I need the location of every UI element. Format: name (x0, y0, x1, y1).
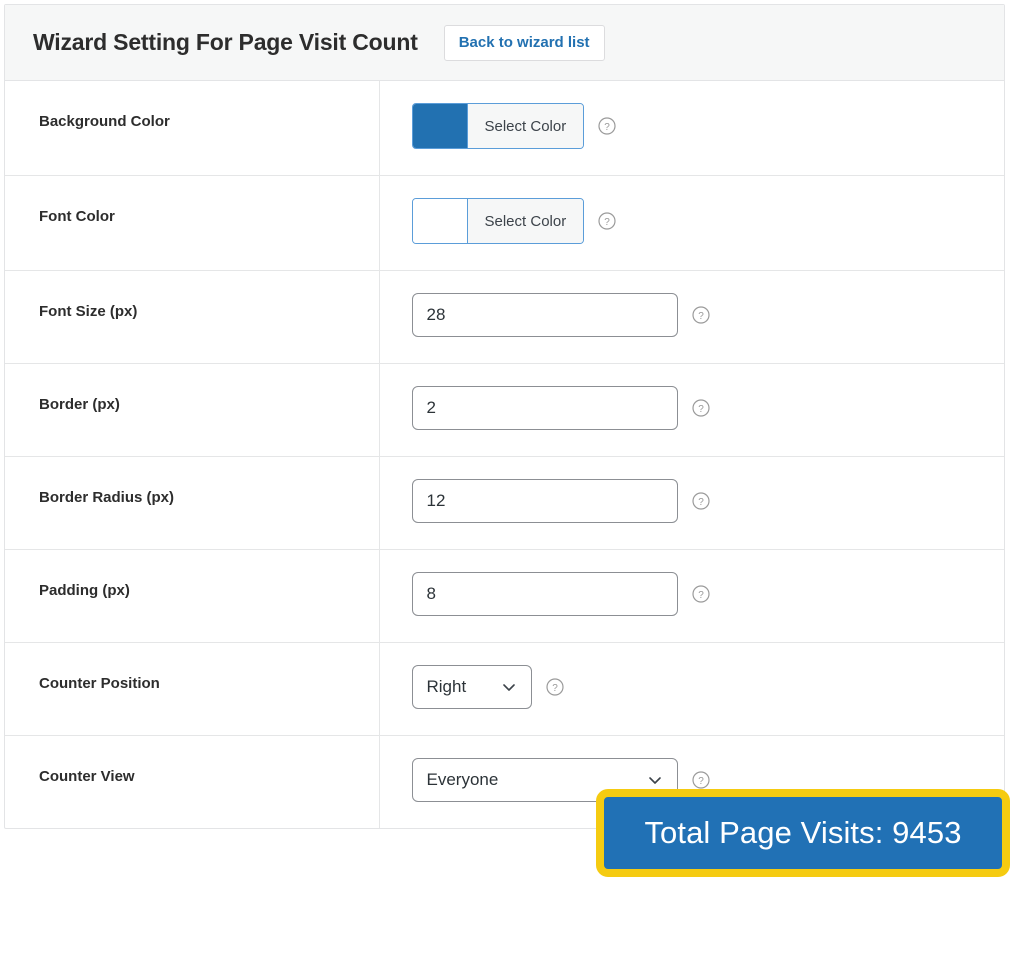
counter-position-select-wrap: Right (411, 665, 532, 709)
label-text: Border Radius (px) (39, 489, 175, 506)
row-field-border: ? (379, 364, 1004, 457)
padding-input[interactable] (411, 572, 678, 616)
row-field-padding: ? (379, 550, 1004, 643)
settings-screen: Wizard Setting For Page Visit Count Back… (0, 0, 1024, 967)
label-text: Padding (px) (39, 582, 130, 599)
row-label-background-color: Background Color (5, 81, 380, 176)
help-circle-icon[interactable]: ? (691, 306, 710, 324)
background-color-swatch (412, 104, 468, 148)
field-row: Select Color ? (411, 198, 1005, 244)
table-row: Counter Position Right ? (5, 642, 1004, 736)
font-color-swatch (412, 199, 468, 243)
field-row: Right ? (411, 665, 1005, 709)
row-field-counter-position: Right ? (379, 643, 1004, 736)
row-label-font-color: Font Color (5, 175, 380, 271)
help-circle-icon[interactable]: ? (691, 399, 710, 417)
row-label-counter-position: Counter Position (5, 642, 380, 736)
svg-text:?: ? (698, 311, 704, 322)
page-title: Wizard Setting For Page Visit Count (33, 29, 418, 55)
svg-text:?: ? (698, 590, 704, 601)
svg-text:?: ? (698, 497, 704, 508)
row-label-border: Border (px) (5, 363, 380, 457)
table-row: Font Size (px) ? (5, 270, 1004, 364)
label-text: Counter Position (39, 675, 160, 692)
label-text: Font Size (px) (39, 303, 138, 320)
counter-position-select[interactable]: Right (411, 665, 532, 709)
back-to-wizard-list-button[interactable]: Back to wizard list (443, 24, 605, 61)
background-color-picker-button[interactable]: Select Color (411, 103, 585, 149)
help-circle-icon[interactable]: ? (691, 492, 710, 510)
page-visit-counter-preview: Total Page Visits: 9453 (596, 789, 1010, 877)
label-text: Border (px) (39, 396, 120, 413)
row-field-font-size: ? (379, 271, 1004, 364)
row-label-counter-view: Counter View (5, 735, 380, 828)
row-field-font-color: Select Color ? (379, 176, 1004, 271)
label-text: Background Color (39, 113, 170, 130)
counter-view-value: Everyone (426, 770, 499, 789)
svg-text:?: ? (698, 776, 704, 787)
background-color-picker-label: Select Color (467, 104, 584, 148)
field-row: ? (411, 572, 1005, 616)
chevron-down-icon (647, 773, 663, 787)
svg-text:?: ? (604, 217, 610, 228)
svg-text:?: ? (604, 122, 610, 133)
svg-text:?: ? (552, 683, 558, 694)
settings-form-table: Background Color Select Color ? Font Col… (5, 81, 1004, 828)
field-row: ? (411, 293, 1005, 337)
help-circle-icon[interactable]: ? (598, 212, 616, 230)
help-circle-icon[interactable]: ? (691, 585, 710, 603)
field-row: ? (411, 479, 1005, 523)
font-color-picker-label: Select Color (467, 199, 584, 243)
table-row: Border Radius (px) ? (5, 456, 1004, 550)
table-row: Font Color Select Color ? (5, 175, 1004, 271)
help-circle-icon[interactable]: ? (691, 771, 710, 789)
font-color-picker-button[interactable]: Select Color (411, 198, 585, 244)
row-label-padding: Padding (px) (5, 549, 380, 643)
table-row: Padding (px) ? (5, 549, 1004, 643)
wizard-settings-panel: Wizard Setting For Page Visit Count Back… (4, 4, 1005, 829)
border-radius-input[interactable] (411, 479, 678, 523)
chevron-down-icon (501, 680, 517, 694)
counter-position-value: Right (426, 677, 467, 696)
help-circle-icon[interactable]: ? (598, 117, 616, 135)
label-text: Counter View (39, 768, 135, 785)
label-text: Font Color (39, 208, 115, 225)
row-field-border-radius: ? (379, 457, 1004, 550)
svg-text:?: ? (698, 404, 704, 415)
row-field-background-color: Select Color ? (379, 81, 1004, 176)
table-row: Border (px) ? (5, 363, 1004, 457)
table-row: Background Color Select Color ? (5, 81, 1004, 176)
font-size-input[interactable] (411, 293, 678, 337)
field-row: Select Color ? (411, 103, 1005, 149)
help-circle-icon[interactable]: ? (545, 678, 564, 696)
panel-header: Wizard Setting For Page Visit Count Back… (5, 5, 1004, 81)
row-label-font-size: Font Size (px) (5, 270, 380, 364)
border-input[interactable] (411, 386, 678, 430)
field-row: ? (411, 386, 1005, 430)
row-label-border-radius: Border Radius (px) (5, 456, 380, 550)
